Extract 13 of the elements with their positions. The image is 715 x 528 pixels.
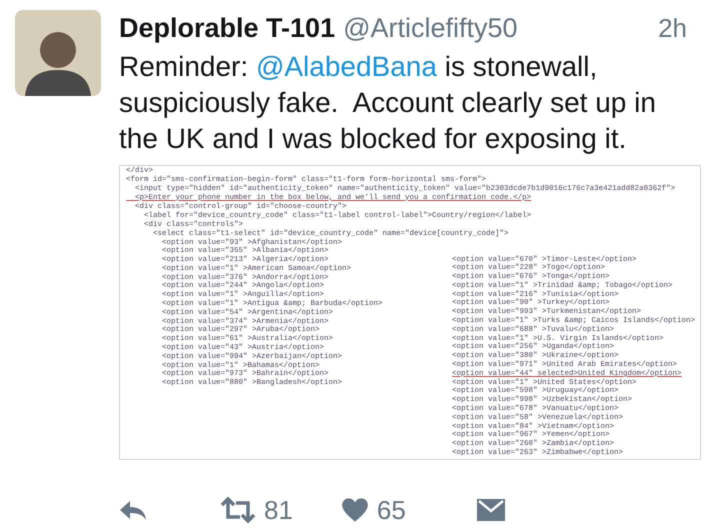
tweet-text: Reminder: @AlabedBana is stonewall, suspiciously fake. Account clearly set up in the UK and I was blocked for exposing it. xyxy=(119,50,657,156)
like-count: 65 xyxy=(376,494,406,526)
retweet-count: 81 xyxy=(264,494,293,526)
mention-link[interactable]: @AlabedBana xyxy=(256,50,437,82)
tweet-time: 2h xyxy=(658,12,687,45)
reply-icon[interactable] xyxy=(118,498,148,522)
avatar[interactable] xyxy=(15,10,101,96)
envelope-icon[interactable] xyxy=(476,498,506,522)
retweet-icon[interactable] xyxy=(220,497,256,523)
code-screenshot[interactable] xyxy=(119,164,701,460)
heart-icon[interactable] xyxy=(340,497,369,523)
author-handle[interactable]: @Articlefifty50 xyxy=(343,8,518,48)
author-name[interactable]: Deplorable T-101 xyxy=(119,8,336,48)
